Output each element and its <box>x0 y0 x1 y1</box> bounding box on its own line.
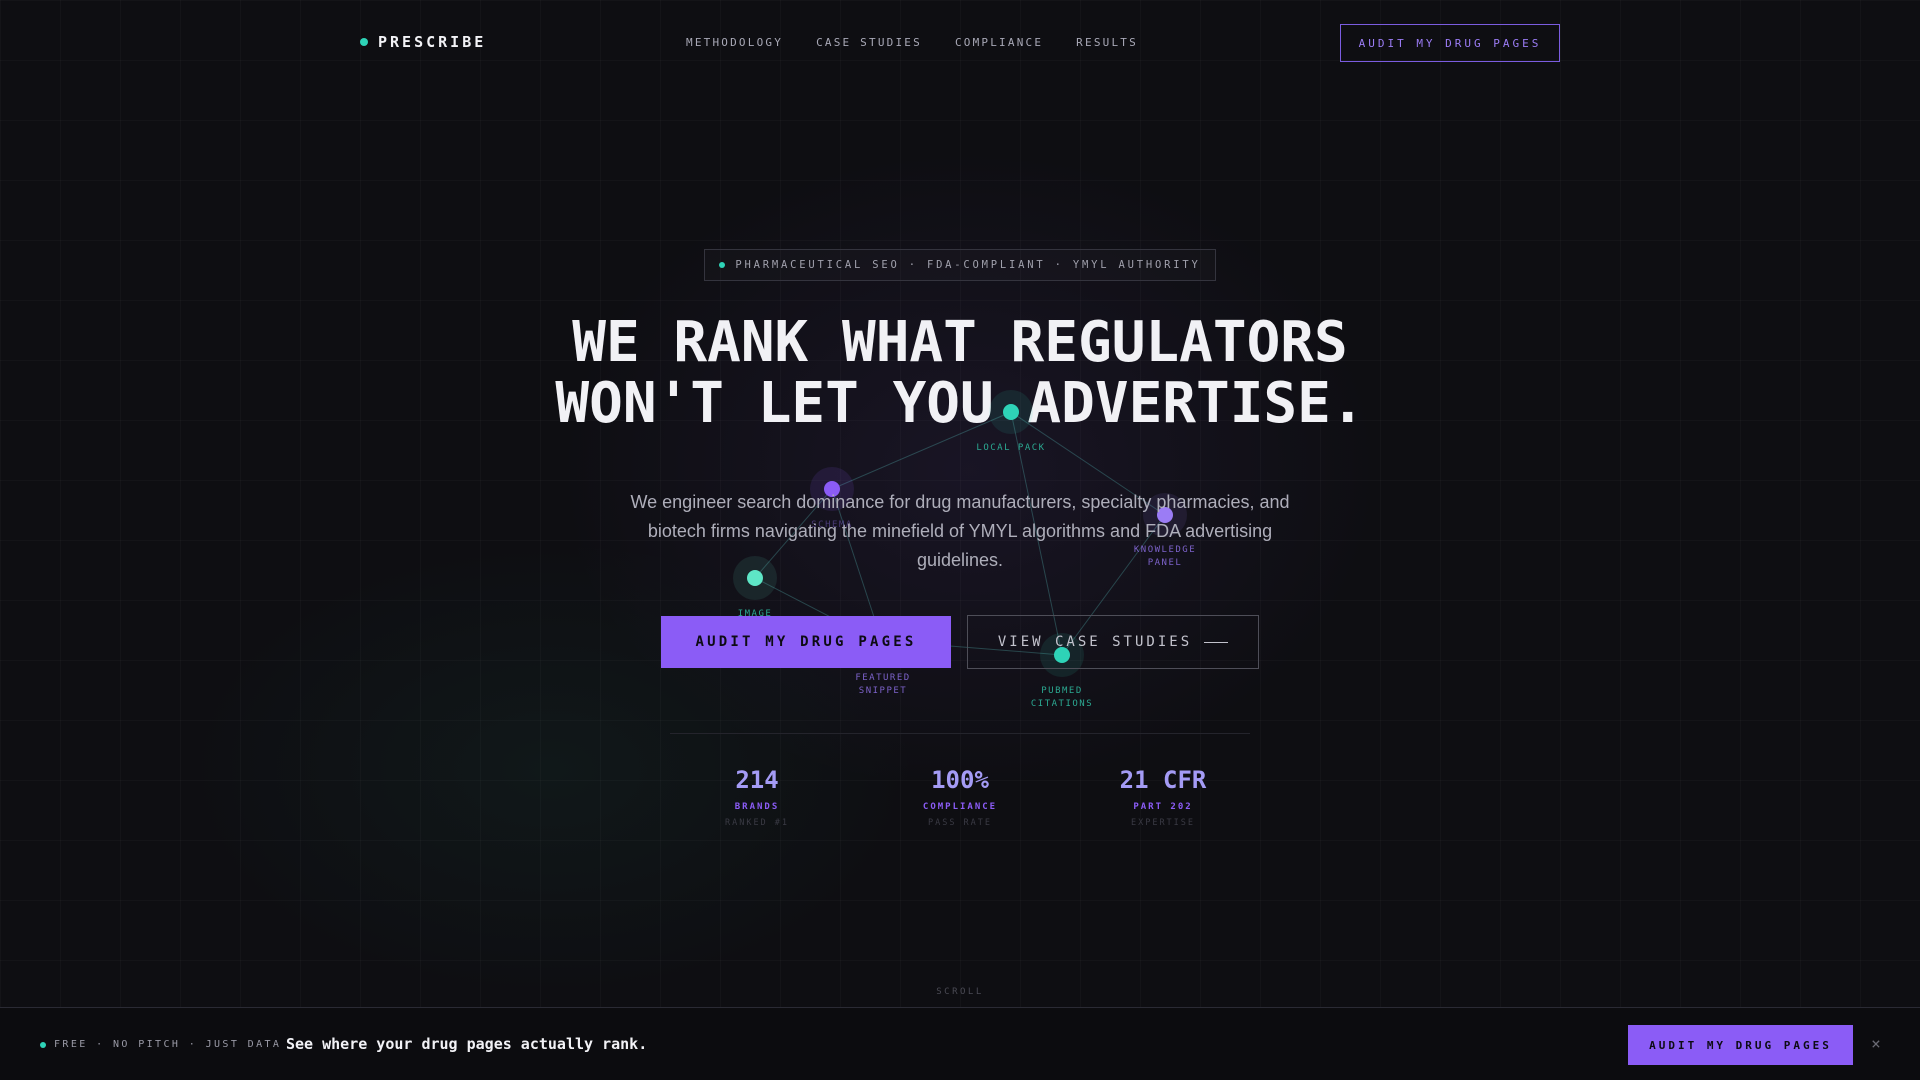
nav-link-case-studies[interactable]: CASE STUDIES <box>816 36 922 49</box>
node-label-text: CITATIONS <box>1030 699 1094 709</box>
hero-headline: WE RANK WHAT REGULATORS WON'T LET YOU AD… <box>460 312 1460 434</box>
close-icon[interactable]: × <box>1866 1034 1886 1054</box>
headline-line-2: WON'T LET YOU ADVERTISE. <box>555 371 1365 436</box>
nav-link-results[interactable]: RESULTS <box>1076 36 1138 49</box>
hero-tagline: PHARMACEUTICAL SEO · FDA-COMPLIANT · YMY… <box>704 249 1216 281</box>
purple-glow <box>520 120 1420 820</box>
arrow-line-icon <box>1204 641 1229 643</box>
bottom-bar-message: See where your drug pages actually rank. <box>286 1035 648 1053</box>
sticky-cta-bar: FREE · NO PITCH · JUST DATA See where yo… <box>0 1007 1920 1080</box>
nav-links: METHODOLOGY CASE STUDIES COMPLIANCE RESU… <box>686 36 1138 49</box>
node-label-text: FEATURED <box>855 673 911 683</box>
stat-cfr: 21 CFR PART 202 EXPERTISE <box>1073 762 1253 828</box>
stat-brands: 214 BRANDS RANKED #1 <box>667 762 847 828</box>
view-case-studies-label: VIEW CASE STUDIES <box>997 634 1193 650</box>
scroll-indicator: SCROLL <box>936 987 984 997</box>
tagline-dot-icon <box>719 262 726 268</box>
nav-audit-button[interactable]: AUDIT MY DRUG PAGES <box>1340 24 1560 62</box>
audit-drug-pages-button[interactable]: AUDIT MY DRUG PAGES <box>661 616 951 668</box>
stat-label: BRANDS <box>734 802 780 812</box>
stat-label: PART 202 <box>1133 802 1193 812</box>
stats-divider <box>670 733 1250 734</box>
node-label-text: SNIPPET <box>858 686 908 696</box>
node-label-local-pack: LOCAL PACK <box>961 442 1061 455</box>
bottom-bar-tag-text: FREE · NO PITCH · JUST DATA <box>54 1039 282 1050</box>
stat-sub: PASS RATE <box>927 818 993 828</box>
stat-value: 100% <box>931 766 989 794</box>
node-label-featured-snippet: FEATURED SNIPPET <box>833 672 933 698</box>
stat-compliance: 100% COMPLIANCE PASS RATE <box>870 762 1050 828</box>
logo-text: PRESCRIBE <box>378 33 487 51</box>
hero-subtitle: We engineer search dominance for drug ma… <box>630 492 1290 570</box>
bottom-audit-button[interactable]: AUDIT MY DRUG PAGES <box>1628 1025 1853 1065</box>
stat-sub: EXPERTISE <box>1130 818 1196 828</box>
tagline-text: PHARMACEUTICAL SEO · FDA-COMPLIANT · YMY… <box>735 259 1201 271</box>
stat-value: 21 CFR <box>1119 766 1207 794</box>
stat-sub: RANKED #1 <box>724 818 790 828</box>
top-nav: PRESCRIBE METHODOLOGY CASE STUDIES COMPL… <box>0 0 1920 86</box>
nav-link-compliance[interactable]: COMPLIANCE <box>955 36 1043 49</box>
bottom-bar-tag: FREE · NO PITCH · JUST DATA <box>40 1039 281 1050</box>
bottom-dot-icon <box>40 1041 46 1048</box>
logo-dot-icon <box>360 38 368 46</box>
node-label-text: PUBMED <box>1041 686 1083 696</box>
node-label-pubmed-citations: PUBMED CITATIONS <box>1012 685 1112 711</box>
stat-value: 214 <box>735 766 779 794</box>
logo[interactable]: PRESCRIBE <box>360 33 486 51</box>
node-label-text: LOCAL PACK <box>976 443 1046 453</box>
headline-line-1: WE RANK WHAT REGULATORS <box>572 310 1348 375</box>
view-case-studies-button[interactable]: VIEW CASE STUDIES <box>967 615 1259 669</box>
stat-label: COMPLIANCE <box>922 802 998 812</box>
nav-link-methodology[interactable]: METHODOLOGY <box>686 36 783 49</box>
